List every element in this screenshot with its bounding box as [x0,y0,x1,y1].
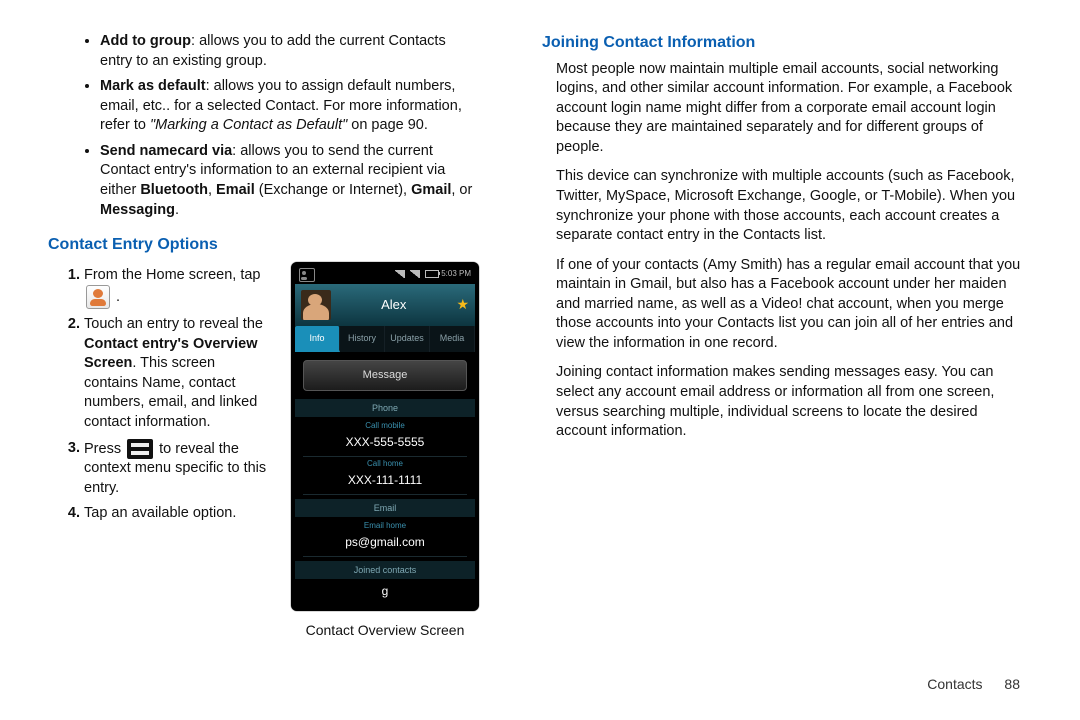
steps-list: From the Home screen, tap . Touch an ent… [48,266,273,524]
tab-info[interactable]: Info [295,326,340,352]
section-joined: Joined contacts [295,561,475,579]
label-call-mobile: Call mobile [303,419,467,432]
term: Mark as default [100,78,206,94]
page-footer: Contacts 88 [927,675,1020,694]
heading-contact-entry-options: Contact Entry Options [48,234,478,256]
tab-media[interactable]: Media [430,326,475,352]
tab-updates[interactable]: Updates [385,326,430,352]
cross-reference: "Marking a Contact as Default" [150,117,347,133]
namecard-icon [299,268,315,282]
footer-page-number: 88 [1004,676,1020,692]
value-call-mobile[interactable]: XXX-555-5555 [303,432,467,457]
value-email-home[interactable]: ps@gmail.com [303,532,467,557]
paragraph: If one of your contacts (Amy Smith) has … [556,256,1026,354]
contacts-app-icon [86,285,110,309]
phone-mockup: 5:03 PM Alex ★ Info History Updates Medi… [291,262,479,612]
status-time: 5:03 PM [441,269,471,280]
figure-contact-overview: 5:03 PM Alex ★ Info History Updates Medi… [291,262,479,640]
paragraph: Most people now maintain multiple email … [556,60,1026,158]
tab-history[interactable]: History [340,326,385,352]
section-email: Email [295,499,475,517]
bullet-add-to-group: Add to group: allows you to add the curr… [100,32,478,71]
step-1: From the Home screen, tap . [84,266,273,310]
context-menu-options: Add to group: allows you to add the curr… [48,32,478,220]
paragraph: This device can synchronize with multipl… [556,167,1026,245]
value-call-home[interactable]: XXX-111-1111 [303,470,467,495]
bullet-send-namecard: Send namecard via: allows you to send th… [100,142,478,220]
contact-tabs: Info History Updates Media [295,326,475,352]
step-2: Touch an entry to reveal the Contact ent… [84,315,273,432]
footer-section: Contacts [927,676,982,692]
battery-icon [425,270,439,278]
section-phone: Phone [295,399,475,417]
figure-caption: Contact Overview Screen [291,621,479,640]
heading-joining-contact-info: Joining Contact Information [542,32,1032,54]
contact-name: Alex [339,296,448,314]
step-3: Press to reveal the context menu specifi… [84,439,273,499]
label-email-home: Email home [303,519,467,532]
favorite-star-icon: ★ [456,295,469,314]
label-call-home: Call home [303,457,467,470]
term: Add to group [100,33,191,49]
phone-status-bar: 5:03 PM [295,266,475,284]
signal-icon [410,270,420,278]
avatar [301,290,331,320]
value-joined[interactable]: g [303,581,467,605]
step-4: Tap an available option. [84,504,273,524]
term: Send namecard via [100,143,232,159]
signal-icon [395,270,405,278]
message-button[interactable]: Message [303,360,467,391]
menu-hardkey-icon [127,439,153,459]
paragraph: Joining contact information makes sendin… [556,363,1026,441]
bullet-mark-as-default: Mark as default: allows you to assign de… [100,77,478,136]
contact-header: Alex ★ [295,284,475,326]
